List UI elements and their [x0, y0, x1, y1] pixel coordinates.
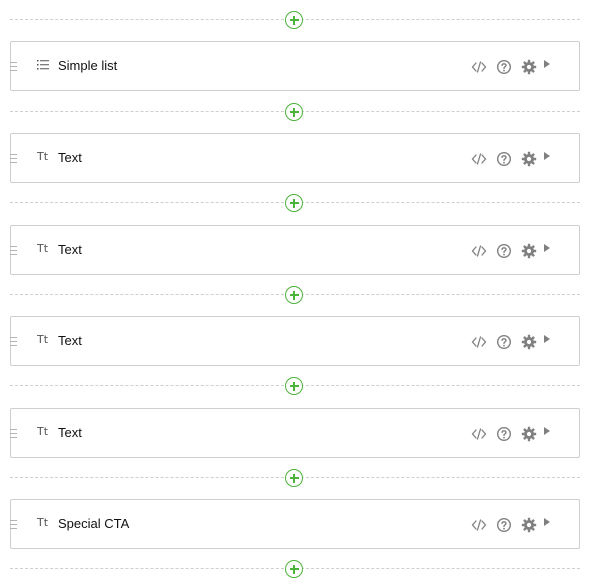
content-block[interactable]: Tt Text	[10, 316, 580, 366]
block-divider	[10, 557, 580, 581]
block-divider	[10, 191, 580, 215]
gear-icon[interactable]	[521, 517, 537, 533]
drag-handle-icon[interactable]	[10, 62, 17, 72]
help-icon[interactable]	[496, 334, 512, 350]
gear-icon[interactable]	[521, 59, 537, 75]
content-block[interactable]: Tt Text	[10, 225, 580, 275]
gear-icon[interactable]	[521, 334, 537, 350]
add-block-button[interactable]	[285, 194, 303, 212]
text-icon: Tt	[37, 516, 49, 529]
code-icon[interactable]	[471, 151, 487, 167]
list-icon	[37, 56, 51, 74]
drag-handle-icon[interactable]	[10, 520, 17, 530]
gear-icon[interactable]	[521, 243, 537, 259]
block-label: Special CTA	[58, 516, 130, 531]
drag-handle-icon[interactable]	[10, 337, 17, 347]
gear-icon[interactable]	[521, 151, 537, 167]
help-icon[interactable]	[496, 59, 512, 75]
play-icon[interactable]	[541, 516, 557, 532]
play-icon[interactable]	[541, 333, 557, 349]
help-icon[interactable]	[496, 517, 512, 533]
help-icon[interactable]	[496, 243, 512, 259]
add-block-button[interactable]	[285, 11, 303, 29]
add-block-button[interactable]	[285, 377, 303, 395]
content-block[interactable]: Tt Text	[10, 133, 580, 183]
drag-handle-icon[interactable]	[10, 429, 17, 439]
text-icon: Tt	[37, 242, 49, 255]
help-icon[interactable]	[496, 151, 512, 167]
add-block-button[interactable]	[285, 286, 303, 304]
code-icon[interactable]	[471, 517, 487, 533]
play-icon[interactable]	[541, 58, 557, 74]
help-icon[interactable]	[496, 426, 512, 442]
block-label: Simple list	[58, 58, 118, 73]
block-divider	[10, 100, 580, 124]
block-label: Text	[58, 242, 82, 257]
content-block[interactable]: Tt Special CTA	[10, 499, 580, 549]
gear-icon[interactable]	[521, 426, 537, 442]
block-editor: Simple list Tt Text Tt Text Tt Text Tt T…	[0, 0, 592, 584]
block-label: Text	[58, 333, 82, 348]
add-block-button[interactable]	[285, 469, 303, 487]
content-block[interactable]: Simple list	[10, 41, 580, 91]
text-icon: Tt	[37, 333, 49, 346]
add-block-button[interactable]	[285, 103, 303, 121]
block-label: Text	[58, 425, 82, 440]
code-icon[interactable]	[471, 59, 487, 75]
code-icon[interactable]	[471, 243, 487, 259]
drag-handle-icon[interactable]	[10, 246, 17, 256]
play-icon[interactable]	[541, 242, 557, 258]
block-divider	[10, 283, 580, 307]
play-icon[interactable]	[541, 425, 557, 441]
play-icon[interactable]	[541, 150, 557, 166]
add-block-button[interactable]	[285, 560, 303, 578]
text-icon: Tt	[37, 425, 49, 438]
text-icon: Tt	[37, 150, 49, 163]
block-divider	[10, 8, 580, 32]
code-icon[interactable]	[471, 426, 487, 442]
block-divider	[10, 466, 580, 490]
block-divider	[10, 374, 580, 398]
content-block[interactable]: Tt Text	[10, 408, 580, 458]
code-icon[interactable]	[471, 334, 487, 350]
drag-handle-icon[interactable]	[10, 154, 17, 164]
block-label: Text	[58, 150, 82, 165]
